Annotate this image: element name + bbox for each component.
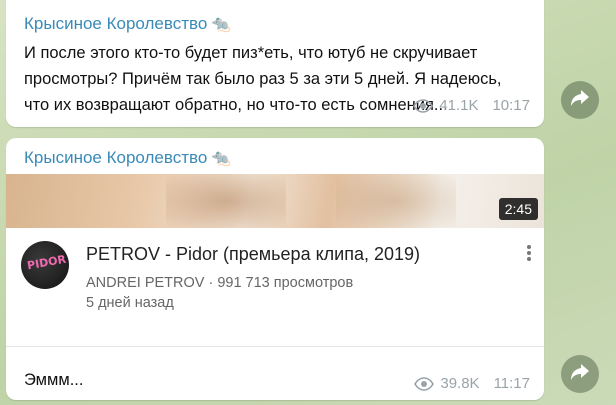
- sender-name-text: Крысиное Королевство: [24, 14, 208, 33]
- message-bubble[interactable]: Крысиное Королевство 🐀 И после этого кто-…: [6, 0, 544, 127]
- avatar-logo-text: PIDOR: [26, 252, 67, 273]
- share-button[interactable]: [561, 355, 599, 393]
- message-time: 11:17: [493, 375, 530, 392]
- eye-icon: [414, 376, 435, 391]
- view-count: 39.8K: [440, 375, 480, 392]
- rat-emoji: 🐀: [211, 150, 232, 167]
- message-meta: 39.8K 11:17: [414, 375, 530, 392]
- video-title[interactable]: PETROV - Pidor (премьера клипа, 2019): [86, 244, 420, 265]
- channel-avatar[interactable]: PIDOR: [21, 241, 69, 289]
- sender-name[interactable]: Крысиное Королевство 🐀: [24, 148, 231, 168]
- thumbnail-shade: [336, 174, 456, 228]
- thumbnail-shade: [166, 174, 286, 228]
- eye-icon: [413, 98, 434, 113]
- rat-emoji: 🐀: [211, 16, 232, 33]
- more-vert-icon[interactable]: [526, 244, 532, 267]
- share-arrow-icon: [570, 363, 590, 386]
- video-thumbnail[interactable]: 2:45: [6, 174, 544, 228]
- share-arrow-icon: [570, 89, 590, 112]
- youtube-preview-card[interactable]: PIDOR PETROV - Pidor (премьера клипа, 20…: [6, 228, 544, 346]
- channel-views-line: ANDREI PETROV · 991 713 просмотров: [86, 275, 354, 291]
- video-duration: 2:45: [498, 198, 538, 220]
- video-age: 5 дней назад: [86, 295, 174, 311]
- sender-name-text: Крысиное Королевство: [24, 148, 208, 167]
- sender-name[interactable]: Крысиное Королевство 🐀: [24, 14, 231, 34]
- view-count: 41.1K: [439, 97, 479, 114]
- message-bubble[interactable]: Крысиное Королевство 🐀 2:45 PIDOR PETROV …: [6, 138, 544, 400]
- message-time: 10:17: [492, 97, 530, 114]
- divider: [6, 346, 544, 347]
- message-meta: 41.1K 10:17: [413, 97, 530, 114]
- message-text: Эммм...: [24, 371, 84, 389]
- share-button[interactable]: [561, 81, 599, 119]
